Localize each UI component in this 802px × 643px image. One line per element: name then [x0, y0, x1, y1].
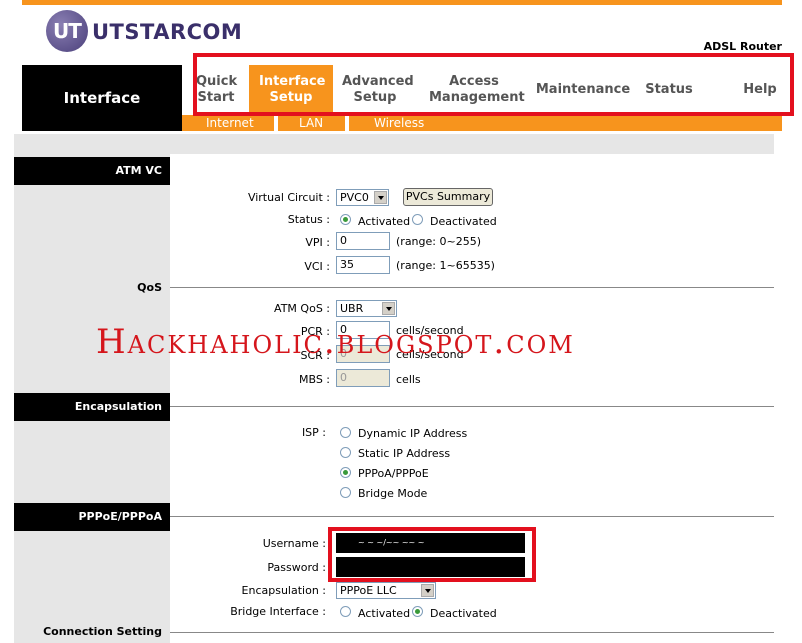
chevron-down-icon — [382, 302, 395, 315]
chevron-down-icon — [421, 584, 434, 597]
content-top-strip — [14, 134, 774, 154]
qos-divider — [170, 287, 774, 288]
chevron-down-icon — [374, 191, 387, 204]
mbs-label: MBS : — [298, 373, 330, 386]
connection-divider — [170, 632, 774, 633]
section-encapsulation: Encapsulation — [14, 393, 170, 421]
virtual-circuit-label: Virtual Circuit : — [247, 191, 330, 204]
isp-bridge-mode-label: Bridge Mode — [358, 487, 428, 500]
section-connection-setting: Connection Setting — [43, 625, 162, 638]
top-accent-bar — [22, 0, 782, 5]
pppoe-encapsulation-label: Encapsulation : — [241, 584, 326, 597]
mbs-input[interactable]: 0 — [336, 369, 390, 387]
status-deactivated-radio[interactable] — [412, 214, 423, 225]
isp-bridge-mode-radio[interactable] — [340, 487, 351, 498]
bridge-deactivated-label: Deactivated — [430, 607, 497, 620]
isp-dynamic-ip-radio[interactable] — [340, 427, 351, 438]
atm-qos-label: ATM QoS : — [274, 302, 330, 315]
vci-range: (range: 1~65535) — [396, 259, 495, 272]
vpi-input[interactable]: 0 — [336, 232, 390, 250]
section-qos: QoS — [137, 281, 162, 294]
vci-label: VCI : — [304, 260, 330, 273]
isp-static-ip-radio[interactable] — [340, 447, 351, 458]
isp-label: ISP : — [301, 426, 326, 439]
nav-highlight-box — [193, 53, 794, 116]
subnav-internet[interactable]: Internet — [206, 115, 254, 131]
username-label: Username : — [262, 537, 326, 550]
subnav-lan[interactable]: LAN — [299, 115, 323, 131]
vci-input[interactable]: 35 — [336, 256, 390, 274]
status-label: Status : — [287, 213, 330, 226]
pppoe-encapsulation-select[interactable]: PPPoE LLC — [336, 582, 436, 599]
isp-pppoa-pppoe-label: PPPoA/PPPoE — [358, 467, 429, 480]
password-label: Password : — [267, 561, 326, 574]
section-pppoe-pppoa: PPPoE/PPPoA — [14, 503, 170, 531]
isp-static-ip-label: Static IP Address — [358, 447, 451, 460]
section-atm-vc: ATM VC — [14, 157, 170, 185]
bridge-interface-label: Bridge Interface : — [230, 605, 326, 618]
model-name: ADSL Router — [703, 40, 782, 53]
atm-qos-select[interactable]: UBR — [336, 300, 397, 317]
vpi-label: VPI : — [305, 236, 330, 249]
logo-mark: UT — [46, 10, 88, 52]
virtual-circuit-value: PVC0 — [340, 191, 369, 204]
utstarcom-logo: UT UTSTARCOM — [46, 6, 242, 52]
isp-dynamic-ip-label: Dynamic IP Address — [358, 427, 468, 440]
pvcs-summary-button[interactable]: PVCs Summary — [403, 188, 493, 206]
nav-section-title: Interface — [22, 65, 182, 131]
subnav-divider — [274, 115, 278, 131]
mbs-unit: cells — [396, 373, 421, 386]
isp-pppoa-pppoe-radio[interactable] — [340, 467, 351, 478]
credentials-highlight-box — [328, 527, 536, 582]
subnav-wireless[interactable]: Wireless — [374, 115, 424, 131]
pppoe-encapsulation-value: PPPoE LLC — [340, 584, 397, 597]
status-activated-label: Activated — [358, 215, 411, 228]
watermark-text: Hackhaholic.blogspot.com — [96, 322, 575, 362]
sub-nav: Internet LAN Wireless — [182, 115, 782, 131]
vpi-range: (range: 0~255) — [396, 235, 481, 248]
subnav-divider — [345, 115, 349, 131]
virtual-circuit-select[interactable]: PVC0 — [336, 189, 389, 206]
pppoe-divider — [170, 516, 774, 517]
status-activated-radio[interactable] — [340, 214, 351, 225]
status-deactivated-label: Deactivated — [430, 215, 497, 228]
bridge-activated-radio[interactable] — [340, 606, 351, 617]
bridge-deactivated-radio[interactable] — [412, 606, 423, 617]
bridge-activated-label: Activated — [358, 607, 411, 620]
encapsulation-divider — [170, 406, 774, 407]
logo-text: UTSTARCOM — [92, 20, 243, 44]
atm-qos-value: UBR — [340, 302, 364, 315]
